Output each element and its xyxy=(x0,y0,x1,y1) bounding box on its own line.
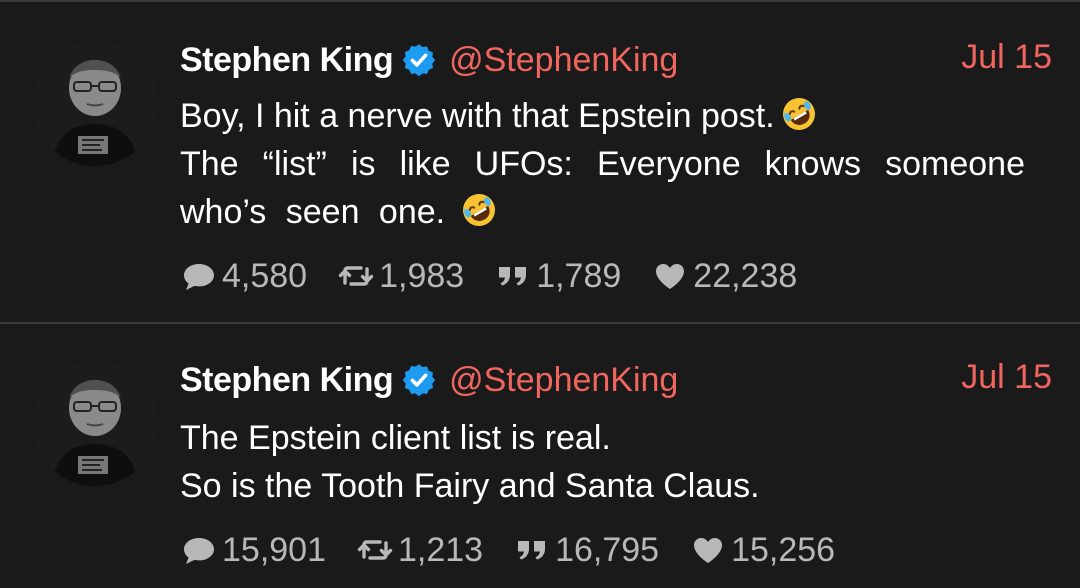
tweet-stats: 15,901 1,213 16,795 15,256 xyxy=(180,530,865,570)
tweet-line: So is the Tooth Fairy and Santa Claus. xyxy=(180,467,760,505)
tweet-date[interactable]: Jul 15 xyxy=(961,38,1052,77)
author-handle[interactable]: @StephenKing xyxy=(449,41,678,80)
tweet-card[interactable]: Stephen King @StephenKing Jul 15 The Eps… xyxy=(0,322,1080,588)
tweet-header: Stephen King @StephenKing xyxy=(180,358,678,402)
verified-badge-icon xyxy=(401,362,437,398)
rolling-on-floor-laughing-icon xyxy=(461,192,497,228)
tweet-line: The Epstein client list is real. xyxy=(180,419,611,457)
tweet-line: who’s seen one. xyxy=(180,188,1025,236)
reply-button[interactable]: 15,901 xyxy=(180,531,326,570)
quote-button[interactable]: 1,789 xyxy=(494,257,621,296)
retweet-count: 1,213 xyxy=(398,530,484,569)
reply-icon xyxy=(180,258,218,294)
tweet-text: The Epstein client list is real. So is t… xyxy=(180,414,1025,510)
like-count: 15,256 xyxy=(731,530,836,569)
retweet-button[interactable]: 1,983 xyxy=(337,257,464,296)
like-button[interactable]: 15,256 xyxy=(689,531,835,570)
quote-count: 1,789 xyxy=(536,256,622,295)
quote-button[interactable]: 16,795 xyxy=(513,531,659,570)
tweet-line: The “list” is like UFOs: Everyone knows … xyxy=(180,145,1025,183)
tweet-card[interactable]: Stephen King @StephenKing Jul 15 Boy, I … xyxy=(0,0,1080,322)
retweet-icon xyxy=(356,532,394,568)
rolling-on-floor-laughing-icon xyxy=(781,96,817,132)
retweet-button[interactable]: 1,213 xyxy=(356,531,483,570)
tweet-header: Stephen King @StephenKing xyxy=(180,38,678,82)
quote-icon xyxy=(494,258,532,294)
avatar[interactable] xyxy=(32,360,158,486)
author-handle[interactable]: @StephenKing xyxy=(449,361,678,400)
verified-badge-icon xyxy=(401,42,437,78)
like-button[interactable]: 22,238 xyxy=(651,257,797,296)
quote-count: 16,795 xyxy=(555,530,660,569)
reply-button[interactable]: 4,580 xyxy=(180,257,307,296)
reply-count: 4,580 xyxy=(222,256,308,295)
retweet-count: 1,983 xyxy=(379,256,465,295)
reply-count: 15,901 xyxy=(222,530,326,569)
tweet-date[interactable]: Jul 15 xyxy=(961,358,1052,397)
heart-icon xyxy=(689,532,727,568)
tweet-stats: 4,580 1,983 1,789 22,238 xyxy=(180,256,827,296)
tweet-text: Boy, I hit a nerve with that Epstein pos… xyxy=(180,92,1025,236)
avatar[interactable] xyxy=(32,40,158,166)
reply-icon xyxy=(180,532,218,568)
quote-icon xyxy=(513,532,551,568)
like-count: 22,238 xyxy=(693,256,798,295)
heart-icon xyxy=(651,258,689,294)
author-name[interactable]: Stephen King xyxy=(180,41,394,80)
author-name[interactable]: Stephen King xyxy=(180,361,394,400)
tweet-line: Boy, I hit a nerve with that Epstein pos… xyxy=(180,92,1025,140)
retweet-icon xyxy=(337,258,375,294)
